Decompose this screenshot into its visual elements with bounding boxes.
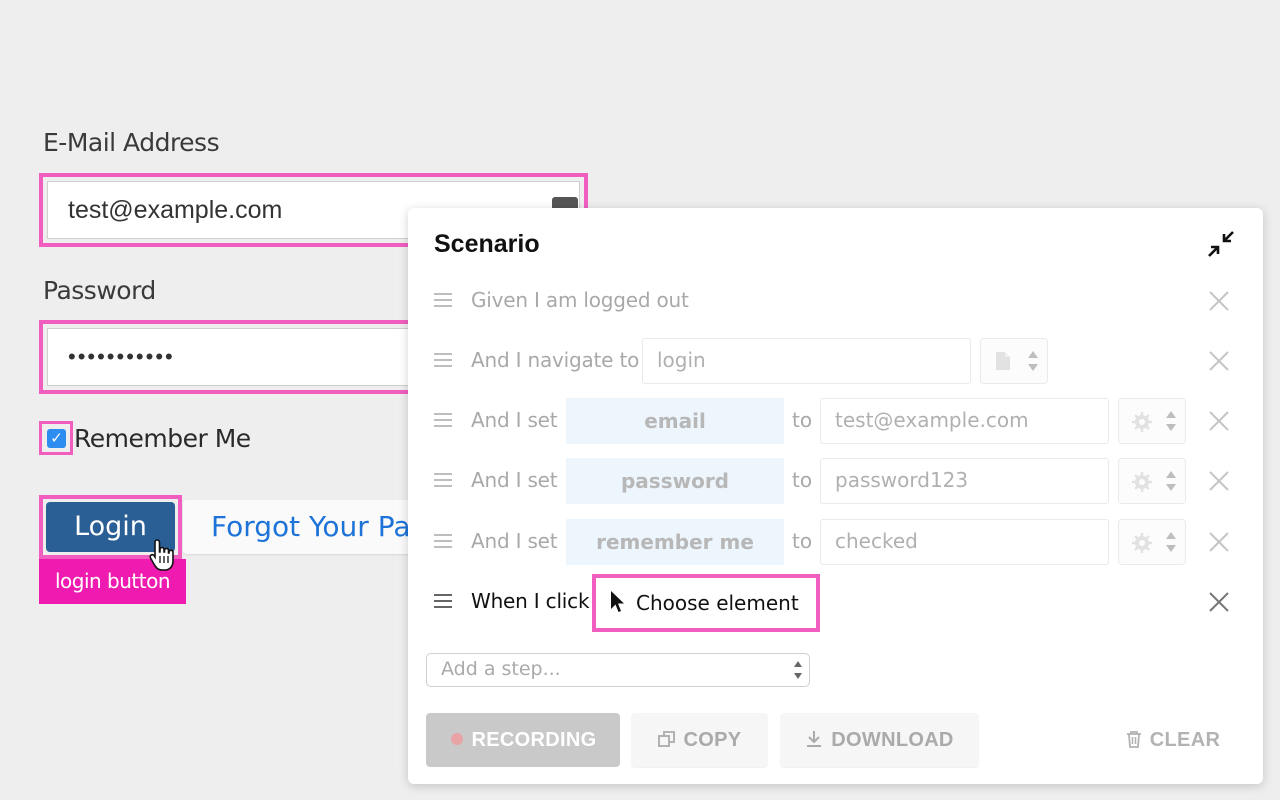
to-label: to [792,529,813,553]
url-input[interactable]: login [642,338,971,384]
recording-button[interactable]: RECORDING [426,713,620,767]
add-step-select[interactable]: Add a step... [426,653,810,687]
step-text: And I navigate to [471,348,640,372]
gear-icon [1132,533,1152,553]
clear-button[interactable]: CLEAR [1113,713,1233,767]
step-row: And I set email to test@example.com [408,396,1263,446]
remove-step-icon[interactable] [1208,591,1230,613]
add-step-placeholder: Add a step... [441,658,561,680]
trash-icon [1126,730,1141,748]
step-row: And I set password to password123 [408,456,1263,506]
copy-label: COPY [683,729,742,751]
drag-handle-icon[interactable] [434,352,452,368]
download-label: DOWNLOAD [831,729,954,751]
value-input[interactable]: password123 [820,458,1109,504]
element-pill[interactable]: remember me [566,519,784,565]
to-label: to [792,468,813,492]
value-type-select[interactable] [980,338,1048,384]
step-row: And I set remember me to checked [408,517,1263,567]
value-type-select[interactable] [1118,398,1186,444]
remove-step-icon[interactable] [1208,350,1230,372]
up-down-arrows-icon [1028,351,1038,371]
choose-element-label: Choose element [636,591,799,615]
scenario-panel: Scenario Given I am logged out And I nav… [408,208,1263,784]
element-pill[interactable]: password [566,458,784,504]
drag-handle-icon[interactable] [434,533,452,549]
up-down-arrows-icon [794,661,802,679]
remove-step-icon[interactable] [1208,410,1230,432]
gear-icon [1132,412,1152,432]
element-pill[interactable]: email [566,398,784,444]
step-row: Given I am logged out [408,276,1263,326]
collapse-icon[interactable] [1207,230,1235,258]
value-input[interactable]: test@example.com [820,398,1109,444]
step-text: And I set [471,408,558,432]
remember-me-checkbox[interactable]: ✓ [47,429,66,448]
gear-icon [1132,472,1152,492]
document-icon [996,352,1010,370]
step-text: And I set [471,468,558,492]
arrow-cursor-icon [611,591,624,612]
record-dot-icon [450,732,463,745]
copy-button[interactable]: COPY [631,713,768,767]
email-label: E-Mail Address [43,128,220,157]
clear-label: CLEAR [1149,729,1221,751]
to-label: to [792,408,813,432]
step-row: And I navigate to login [408,336,1263,386]
download-icon [807,730,822,747]
up-down-arrows-icon [1166,471,1176,491]
step-text: Given I am logged out [471,288,689,312]
remove-step-icon[interactable] [1208,531,1230,553]
up-down-arrows-icon [1166,532,1176,552]
download-button[interactable]: DOWNLOAD [780,713,979,767]
drag-handle-icon[interactable] [434,593,452,609]
value-type-select[interactable] [1118,458,1186,504]
remove-step-icon[interactable] [1208,290,1230,312]
up-down-arrows-icon [1166,411,1176,431]
drag-handle-icon[interactable] [434,472,452,488]
recording-label: RECORDING [471,729,597,751]
copy-icon [657,730,675,747]
remove-step-icon[interactable] [1208,470,1230,492]
value-type-select[interactable] [1118,519,1186,565]
remember-me-label[interactable]: Remember Me [74,424,251,453]
step-row-active: When I click [408,577,1263,627]
remember-me-highlight: ✓ [39,421,73,455]
drag-handle-icon[interactable] [434,292,452,308]
value-input[interactable]: checked [820,519,1109,565]
choose-element-button[interactable]: Choose element [592,574,820,632]
hand-cursor-icon [149,539,174,571]
drag-handle-icon[interactable] [434,412,452,428]
step-text: And I set [471,529,558,553]
scenario-title: Scenario [434,230,540,258]
step-text: When I click [471,589,590,613]
password-label: Password [43,276,156,305]
